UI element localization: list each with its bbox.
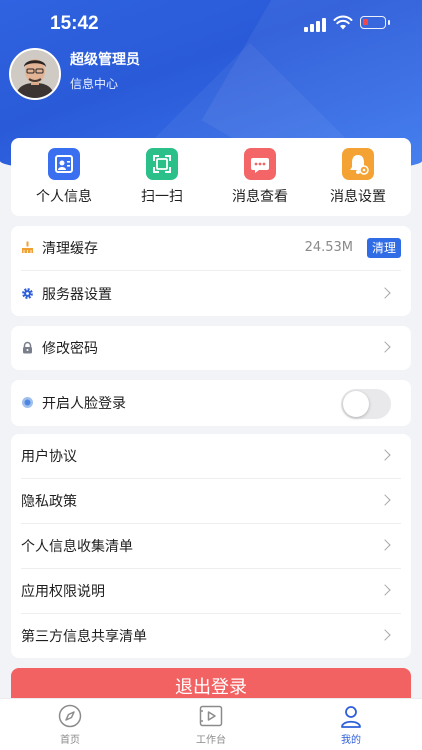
- tab-label: 工作台: [196, 735, 226, 746]
- cache-server-card: 清理缓存 24.53M 清理 服务器设置: [11, 226, 411, 316]
- face-login-card: 开启人脸登录: [11, 380, 411, 426]
- list-item-privacy-policy[interactable]: 隐私政策: [11, 479, 411, 523]
- clear-cache-label: 清理缓存: [42, 241, 98, 257]
- quick-action-personal-info[interactable]: 个人信息: [14, 148, 114, 206]
- quick-action-label: 扫一扫: [141, 189, 183, 205]
- password-card: 修改密码: [11, 326, 411, 370]
- quick-action-messages[interactable]: 消息查看: [210, 148, 310, 206]
- tab-mine[interactable]: 我的: [311, 703, 391, 746]
- clear-cache-row[interactable]: 清理缓存 24.53M 清理: [11, 226, 411, 270]
- compass-icon: [58, 704, 82, 728]
- list-item-label: 个人信息收集清单: [21, 539, 133, 555]
- list-item-label: 应用权限说明: [21, 584, 105, 600]
- user-icon: [341, 706, 361, 728]
- status-bar: 15:42: [0, 0, 422, 50]
- chevron-right-icon: [379, 341, 391, 353]
- chevron-right-icon: [379, 287, 391, 299]
- quick-action-label: 消息查看: [232, 189, 288, 205]
- face-login-toggle[interactable]: [341, 389, 391, 419]
- tab-home[interactable]: 首页: [30, 703, 110, 746]
- scan-icon: [146, 148, 178, 180]
- list-item-label: 隐私政策: [21, 494, 77, 510]
- face-id-icon: [22, 397, 33, 408]
- chevron-right-icon: [379, 539, 391, 551]
- quick-action-label: 个人信息: [36, 189, 92, 205]
- list-item-personal-info-collection[interactable]: 个人信息收集清单: [11, 524, 411, 568]
- wifi-icon: [333, 15, 353, 30]
- chevron-right-icon: [379, 629, 391, 641]
- quick-actions-card: 个人信息 扫一扫 消息查看 消息设置: [11, 138, 411, 216]
- message-icon: [244, 148, 276, 180]
- bell-settings-icon: [342, 148, 374, 180]
- legal-list-card: 用户协议 隐私政策 个人信息收集清单 应用权限说明 第三方信息共享清单: [11, 434, 411, 658]
- list-item-user-agreement[interactable]: 用户协议: [11, 434, 411, 478]
- gear-icon: [22, 288, 33, 299]
- tab-workbench[interactable]: 工作台: [171, 703, 251, 746]
- divider: [21, 270, 401, 271]
- broom-icon: [22, 241, 33, 253]
- play-box-icon: [199, 705, 223, 727]
- tab-label: 首页: [60, 735, 80, 746]
- face-login-label: 开启人脸登录: [42, 396, 126, 412]
- lock-icon: [23, 341, 32, 354]
- change-password-row[interactable]: 修改密码: [11, 326, 411, 370]
- list-item-third-party-sharing[interactable]: 第三方信息共享清单: [11, 614, 411, 658]
- tab-label: 我的: [341, 735, 361, 746]
- server-settings-label: 服务器设置: [42, 287, 112, 303]
- cache-size: 24.53M: [304, 240, 353, 255]
- tab-bar: 首页 工作台 我的: [0, 698, 422, 750]
- list-item-label: 用户协议: [21, 449, 77, 465]
- quick-action-label: 消息设置: [330, 189, 386, 205]
- list-item-app-permissions[interactable]: 应用权限说明: [11, 569, 411, 613]
- face-login-row: 开启人脸登录: [11, 381, 411, 425]
- user-department: 信息中心: [70, 77, 119, 91]
- battery-icon: [360, 16, 390, 29]
- change-password-label: 修改密码: [42, 341, 98, 357]
- chevron-right-icon: [379, 494, 391, 506]
- signal-icon: [304, 18, 326, 32]
- clear-cache-button[interactable]: 清理: [366, 238, 401, 258]
- person-card-icon: [48, 148, 80, 180]
- avatar[interactable]: [9, 48, 61, 100]
- list-item-label: 第三方信息共享清单: [21, 629, 147, 645]
- user-name: 超级管理员: [70, 52, 140, 68]
- status-time: 15:42: [50, 13, 99, 34]
- quick-action-scan[interactable]: 扫一扫: [112, 148, 212, 206]
- server-settings-row[interactable]: 服务器设置: [11, 272, 411, 316]
- chevron-right-icon: [379, 584, 391, 596]
- quick-action-message-settings[interactable]: 消息设置: [308, 148, 408, 206]
- chevron-right-icon: [379, 449, 391, 461]
